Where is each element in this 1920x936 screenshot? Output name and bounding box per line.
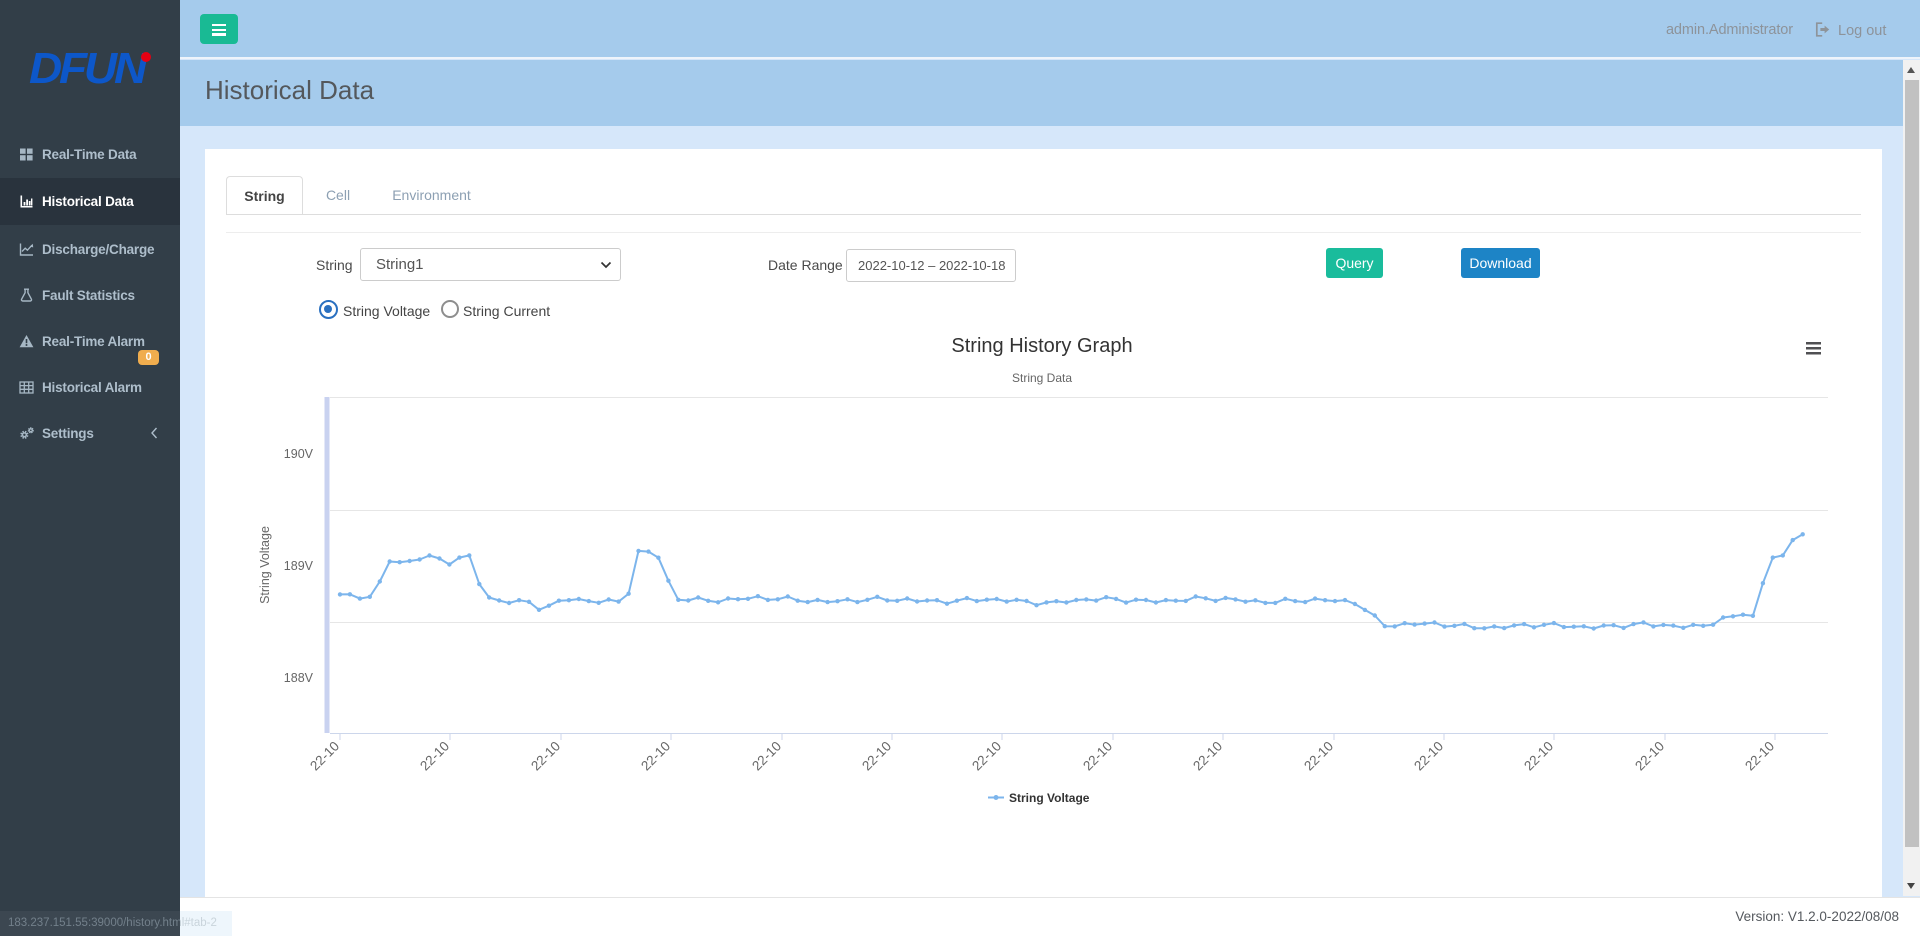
svg-text:190V: 190V [284, 447, 314, 461]
svg-text:22-10: 22-10 [1080, 739, 1115, 774]
svg-text:22-10: 22-10 [417, 739, 452, 774]
svg-text:22-10: 22-10 [638, 739, 673, 774]
svg-text:189V: 189V [284, 559, 314, 573]
svg-text:22-10: 22-10 [307, 739, 342, 774]
svg-text:22-10: 22-10 [1521, 739, 1556, 774]
svg-text:22-10: 22-10 [1742, 739, 1777, 774]
svg-text:String Data: String Data [1012, 371, 1072, 385]
svg-text:String Voltage: String Voltage [258, 526, 272, 604]
svg-text:22-10: 22-10 [528, 739, 563, 774]
svg-text:String Voltage: String Voltage [1009, 791, 1090, 805]
svg-text:String History Graph: String History Graph [951, 335, 1132, 357]
svg-text:22-10: 22-10 [1301, 739, 1336, 774]
svg-text:22-10: 22-10 [969, 739, 1004, 774]
svg-text:22-10: 22-10 [859, 739, 894, 774]
svg-text:188V: 188V [284, 671, 314, 685]
svg-text:22-10: 22-10 [1411, 739, 1446, 774]
svg-text:22-10: 22-10 [1190, 739, 1225, 774]
svg-text:22-10: 22-10 [749, 739, 784, 774]
svg-text:22-10: 22-10 [1632, 739, 1667, 774]
